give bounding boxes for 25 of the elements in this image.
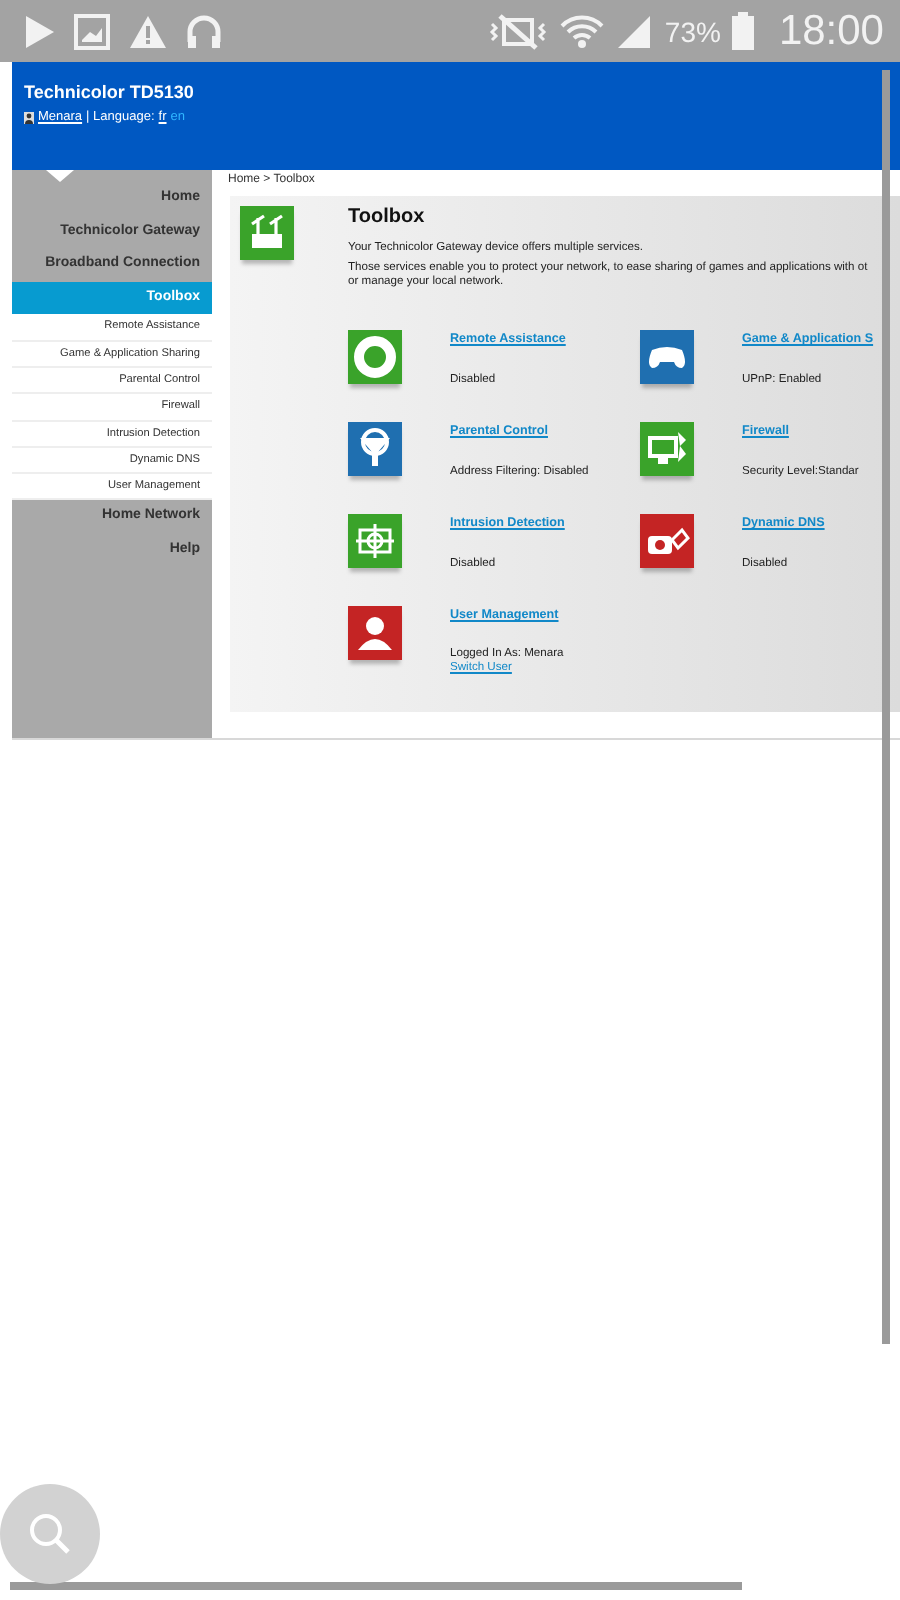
site-title: Technicolor TD5130 bbox=[24, 82, 194, 102]
lifebuoy-icon[interactable] bbox=[348, 330, 402, 384]
camera-icon[interactable] bbox=[640, 514, 694, 568]
gamepad-icon[interactable] bbox=[640, 330, 694, 384]
crosshair-icon[interactable] bbox=[348, 514, 402, 568]
wifi-icon bbox=[560, 11, 605, 51]
user-icon[interactable] bbox=[348, 606, 402, 660]
user-icon bbox=[24, 111, 34, 123]
page-title: Toolbox bbox=[348, 206, 425, 228]
vertical-scrollbar[interactable] bbox=[882, 70, 890, 1344]
battery-percentage: 73% bbox=[664, 15, 721, 47]
menu-pointer bbox=[46, 170, 74, 182]
funnel-icon[interactable] bbox=[348, 422, 402, 476]
router-icon bbox=[240, 206, 294, 260]
signal-icon bbox=[616, 13, 653, 49]
mute-vibrate-icon bbox=[488, 13, 549, 49]
clock: 18:00 bbox=[778, 7, 884, 55]
horizontal-scrollbar[interactable] bbox=[10, 1582, 742, 1590]
image-icon bbox=[74, 13, 110, 49]
search-icon bbox=[28, 1512, 72, 1556]
monitor-icon[interactable] bbox=[640, 422, 694, 476]
headphones-icon bbox=[186, 13, 222, 49]
play-icon bbox=[24, 13, 56, 49]
battery-icon bbox=[732, 12, 755, 50]
warning-icon bbox=[128, 13, 168, 49]
